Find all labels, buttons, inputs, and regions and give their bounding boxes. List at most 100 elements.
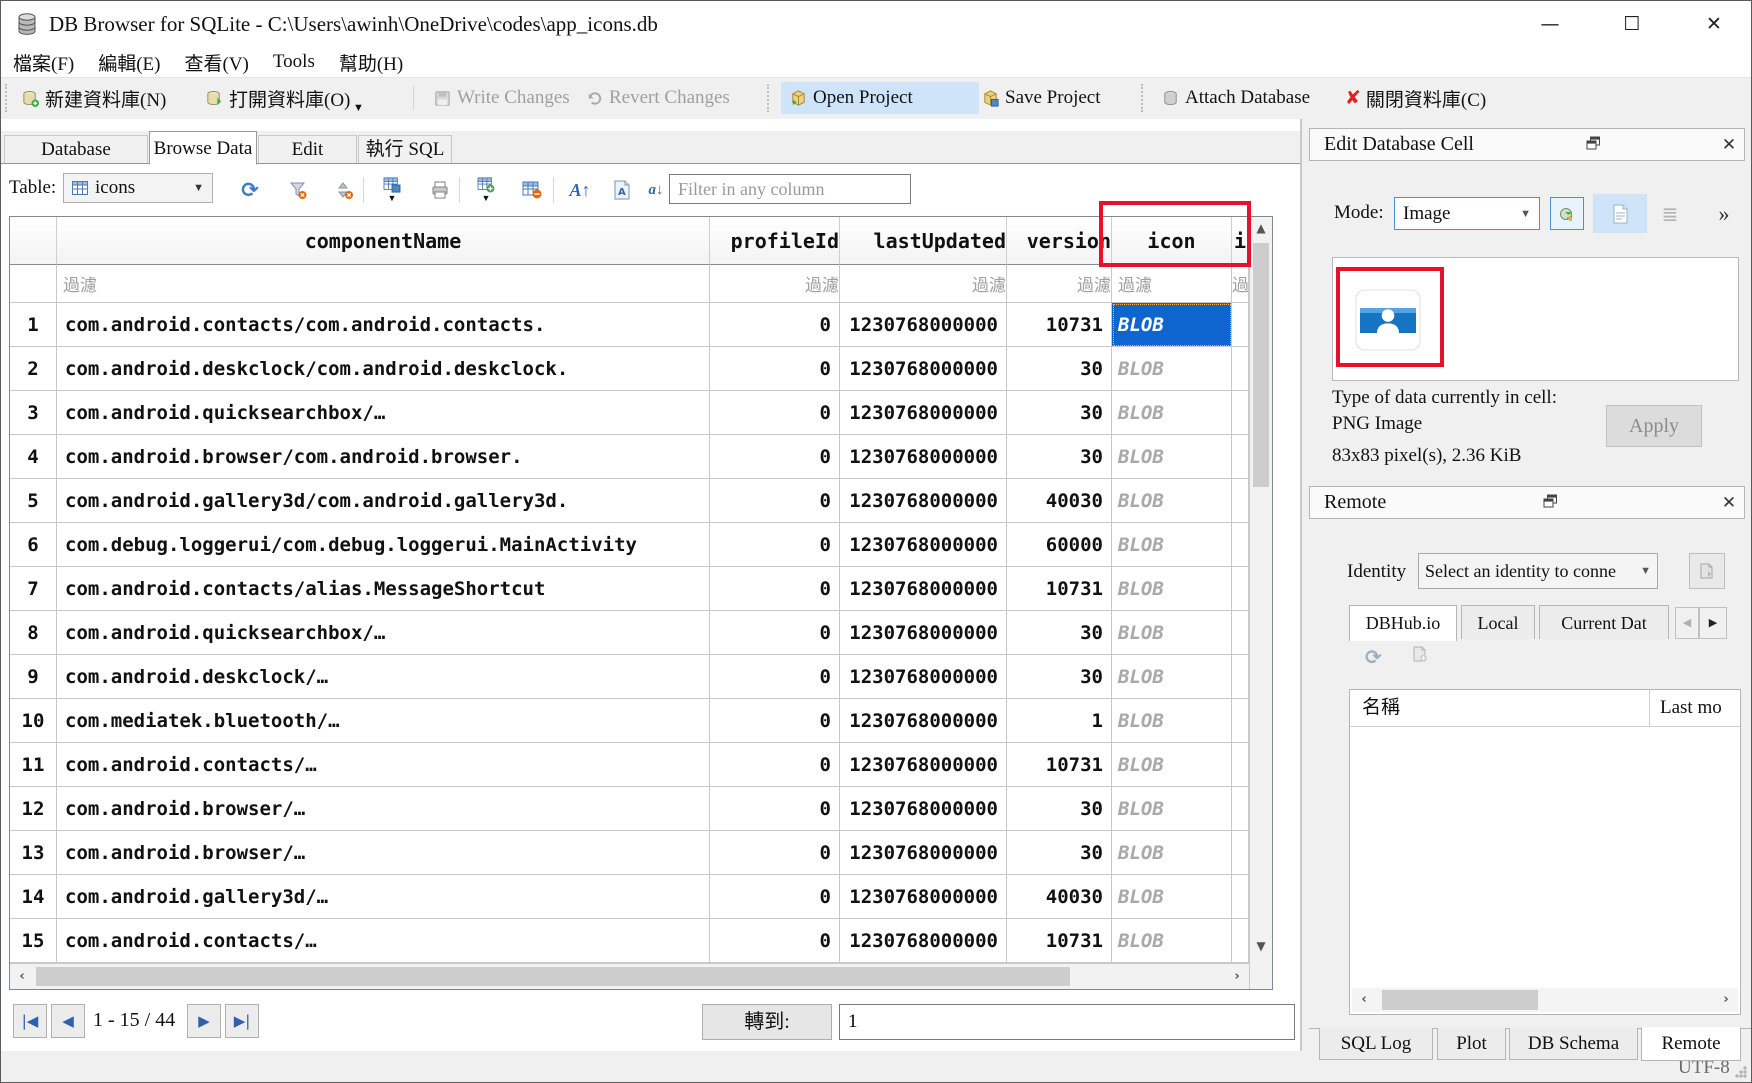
scroll-down-icon[interactable]: ▼ bbox=[1250, 939, 1272, 953]
cell-version[interactable]: 10731 bbox=[1007, 743, 1112, 787]
row-number[interactable]: 15 bbox=[10, 919, 57, 963]
cell-clipped[interactable] bbox=[1232, 523, 1249, 567]
cell-lastUpdated[interactable]: 1230768000000 bbox=[840, 303, 1007, 347]
filter-cell[interactable]: 過濾 bbox=[1007, 265, 1112, 303]
cell-profileId[interactable]: 0 bbox=[710, 787, 840, 831]
cell-lastUpdated[interactable]: 1230768000000 bbox=[840, 479, 1007, 523]
cell-icon[interactable]: BLOB bbox=[1112, 743, 1232, 787]
row-number[interactable]: 9 bbox=[10, 655, 57, 699]
first-record-button[interactable]: |◀ bbox=[13, 1004, 47, 1038]
new-database-button[interactable]: 新建資料庫(N) bbox=[13, 82, 174, 114]
cell-componentName[interactable]: com.android.browser/… bbox=[57, 831, 710, 875]
menu-file[interactable]: 檔案(F) bbox=[1, 47, 86, 78]
cell-profileId[interactable]: 0 bbox=[710, 743, 840, 787]
menu-edit[interactable]: 編輯(E) bbox=[86, 47, 172, 78]
cell-icon[interactable]: BLOB bbox=[1112, 699, 1232, 743]
cell-componentName[interactable]: com.android.contacts/com.android.contact… bbox=[57, 303, 710, 347]
tab-dbhub[interactable]: DBHub.io bbox=[1349, 605, 1457, 641]
cell-version[interactable]: 30 bbox=[1007, 391, 1112, 435]
cell-version[interactable]: 30 bbox=[1007, 435, 1112, 479]
word-wrap-icon[interactable]: ≣ bbox=[1657, 201, 1683, 227]
filter-corner[interactable] bbox=[10, 265, 57, 303]
cell-icon[interactable]: BLOB bbox=[1112, 919, 1232, 963]
cell-clipped[interactable] bbox=[1232, 831, 1249, 875]
cell-profileId[interactable]: 0 bbox=[710, 435, 840, 479]
cell-icon[interactable]: BLOB bbox=[1112, 787, 1232, 831]
cell-profileId[interactable]: 0 bbox=[710, 611, 840, 655]
dock-tab-sql-log[interactable]: SQL Log bbox=[1319, 1028, 1433, 1060]
cell-icon[interactable]: BLOB bbox=[1112, 479, 1232, 523]
dock-tab-remote[interactable]: Remote bbox=[1641, 1027, 1741, 1061]
row-number[interactable]: 4 bbox=[10, 435, 57, 479]
scroll-left-icon[interactable]: ‹ bbox=[10, 964, 34, 989]
cell-clipped[interactable] bbox=[1232, 567, 1249, 611]
cell-clipped[interactable] bbox=[1232, 699, 1249, 743]
last-record-button[interactable]: ▶| bbox=[225, 1004, 259, 1038]
cell-lastUpdated[interactable]: 1230768000000 bbox=[840, 919, 1007, 963]
float-dock-icon[interactable] bbox=[1535, 494, 1565, 512]
apply-button[interactable]: Apply bbox=[1606, 405, 1702, 447]
tab-current-database[interactable]: Current Dat bbox=[1539, 605, 1669, 639]
cell-lastUpdated[interactable]: 1230768000000 bbox=[840, 787, 1007, 831]
cell-componentName[interactable]: com.android.quicksearchbox/… bbox=[57, 391, 710, 435]
close-dock-icon[interactable]: ✕ bbox=[1714, 135, 1744, 155]
filter-cell[interactable]: 過濾 bbox=[1232, 265, 1249, 303]
row-number[interactable]: 3 bbox=[10, 391, 57, 435]
cell-icon[interactable]: BLOB bbox=[1112, 391, 1232, 435]
row-number[interactable]: 6 bbox=[10, 523, 57, 567]
cell-profileId[interactable]: 0 bbox=[710, 303, 840, 347]
font-button[interactable]: A bbox=[609, 177, 635, 203]
cell-version[interactable]: 40030 bbox=[1007, 875, 1112, 919]
scroll-right-icon[interactable]: › bbox=[1714, 988, 1738, 1012]
save-table-button[interactable]: ▼ bbox=[379, 177, 405, 203]
cell-componentName[interactable]: com.android.browser/… bbox=[57, 787, 710, 831]
cell-lastUpdated[interactable]: 1230768000000 bbox=[840, 523, 1007, 567]
mode-select[interactable]: Image ▼ bbox=[1394, 197, 1540, 230]
print-button[interactable] bbox=[427, 177, 453, 203]
menu-tools[interactable]: Tools bbox=[261, 49, 327, 75]
minimize-button[interactable]: — bbox=[1527, 9, 1573, 39]
cell-icon[interactable]: BLOB bbox=[1112, 567, 1232, 611]
cell-clipped[interactable] bbox=[1232, 875, 1249, 919]
cell-icon[interactable]: BLOB bbox=[1112, 523, 1232, 567]
cell-profileId[interactable]: 0 bbox=[710, 391, 840, 435]
cell-profileId[interactable]: 0 bbox=[710, 479, 840, 523]
cell-componentName[interactable]: com.android.quicksearchbox/… bbox=[57, 611, 710, 655]
cell-clipped[interactable] bbox=[1232, 655, 1249, 699]
import-data-button[interactable] bbox=[1550, 197, 1584, 230]
pane-splitter[interactable] bbox=[1300, 119, 1302, 1051]
cell-lastUpdated[interactable]: 1230768000000 bbox=[840, 567, 1007, 611]
cell-icon[interactable]: BLOB bbox=[1112, 831, 1232, 875]
remote-horizontal-scrollbar[interactable]: ‹ › bbox=[1352, 988, 1738, 1012]
row-number[interactable]: 13 bbox=[10, 831, 57, 875]
remote-modified-column[interactable]: Last mo bbox=[1650, 697, 1722, 719]
goto-input[interactable] bbox=[839, 1004, 1295, 1040]
horizontal-scrollbar[interactable]: ‹ › bbox=[10, 963, 1249, 989]
decrease-font-button[interactable]: a↓ bbox=[643, 177, 669, 203]
menu-help[interactable]: 幫助(H) bbox=[327, 47, 415, 78]
tab-scroll-right-icon[interactable]: ▶ bbox=[1699, 607, 1727, 639]
cell-componentName[interactable]: com.android.contacts/… bbox=[57, 919, 710, 963]
filter-cell[interactable]: 過濾 bbox=[1112, 265, 1232, 303]
row-number[interactable]: 14 bbox=[10, 875, 57, 919]
tab-edit-pragmas[interactable]: Edit Pragmas bbox=[258, 135, 357, 163]
clear-filters-button[interactable] bbox=[285, 177, 311, 203]
cell-componentName[interactable]: com.android.contacts/alias.MessageShortc… bbox=[57, 567, 710, 611]
menu-view[interactable]: 查看(V) bbox=[173, 47, 261, 78]
scroll-up-icon[interactable]: ▲ bbox=[1250, 221, 1272, 235]
overflow-chevron-icon[interactable]: » bbox=[1709, 199, 1739, 229]
tab-scroll-left-icon[interactable]: ◀ bbox=[1675, 607, 1699, 639]
cell-clipped[interactable] bbox=[1232, 479, 1249, 523]
vertical-scrollbar[interactable]: ▲ ▼ bbox=[1249, 217, 1272, 989]
row-number[interactable]: 5 bbox=[10, 479, 57, 523]
open-database-button[interactable]: 打開資料庫(O) bbox=[197, 82, 358, 114]
vertical-scrollbar-thumb[interactable] bbox=[1253, 243, 1269, 487]
cell-lastUpdated[interactable]: 1230768000000 bbox=[840, 875, 1007, 919]
delete-record-button[interactable] bbox=[519, 177, 545, 203]
cell-lastUpdated[interactable]: 1230768000000 bbox=[840, 699, 1007, 743]
cell-version[interactable]: 10731 bbox=[1007, 919, 1112, 963]
cell-lastUpdated[interactable]: 1230768000000 bbox=[840, 611, 1007, 655]
tab-local[interactable]: Local bbox=[1461, 605, 1535, 639]
cell-version[interactable]: 40030 bbox=[1007, 479, 1112, 523]
previous-record-button[interactable]: ◀ bbox=[51, 1004, 85, 1038]
